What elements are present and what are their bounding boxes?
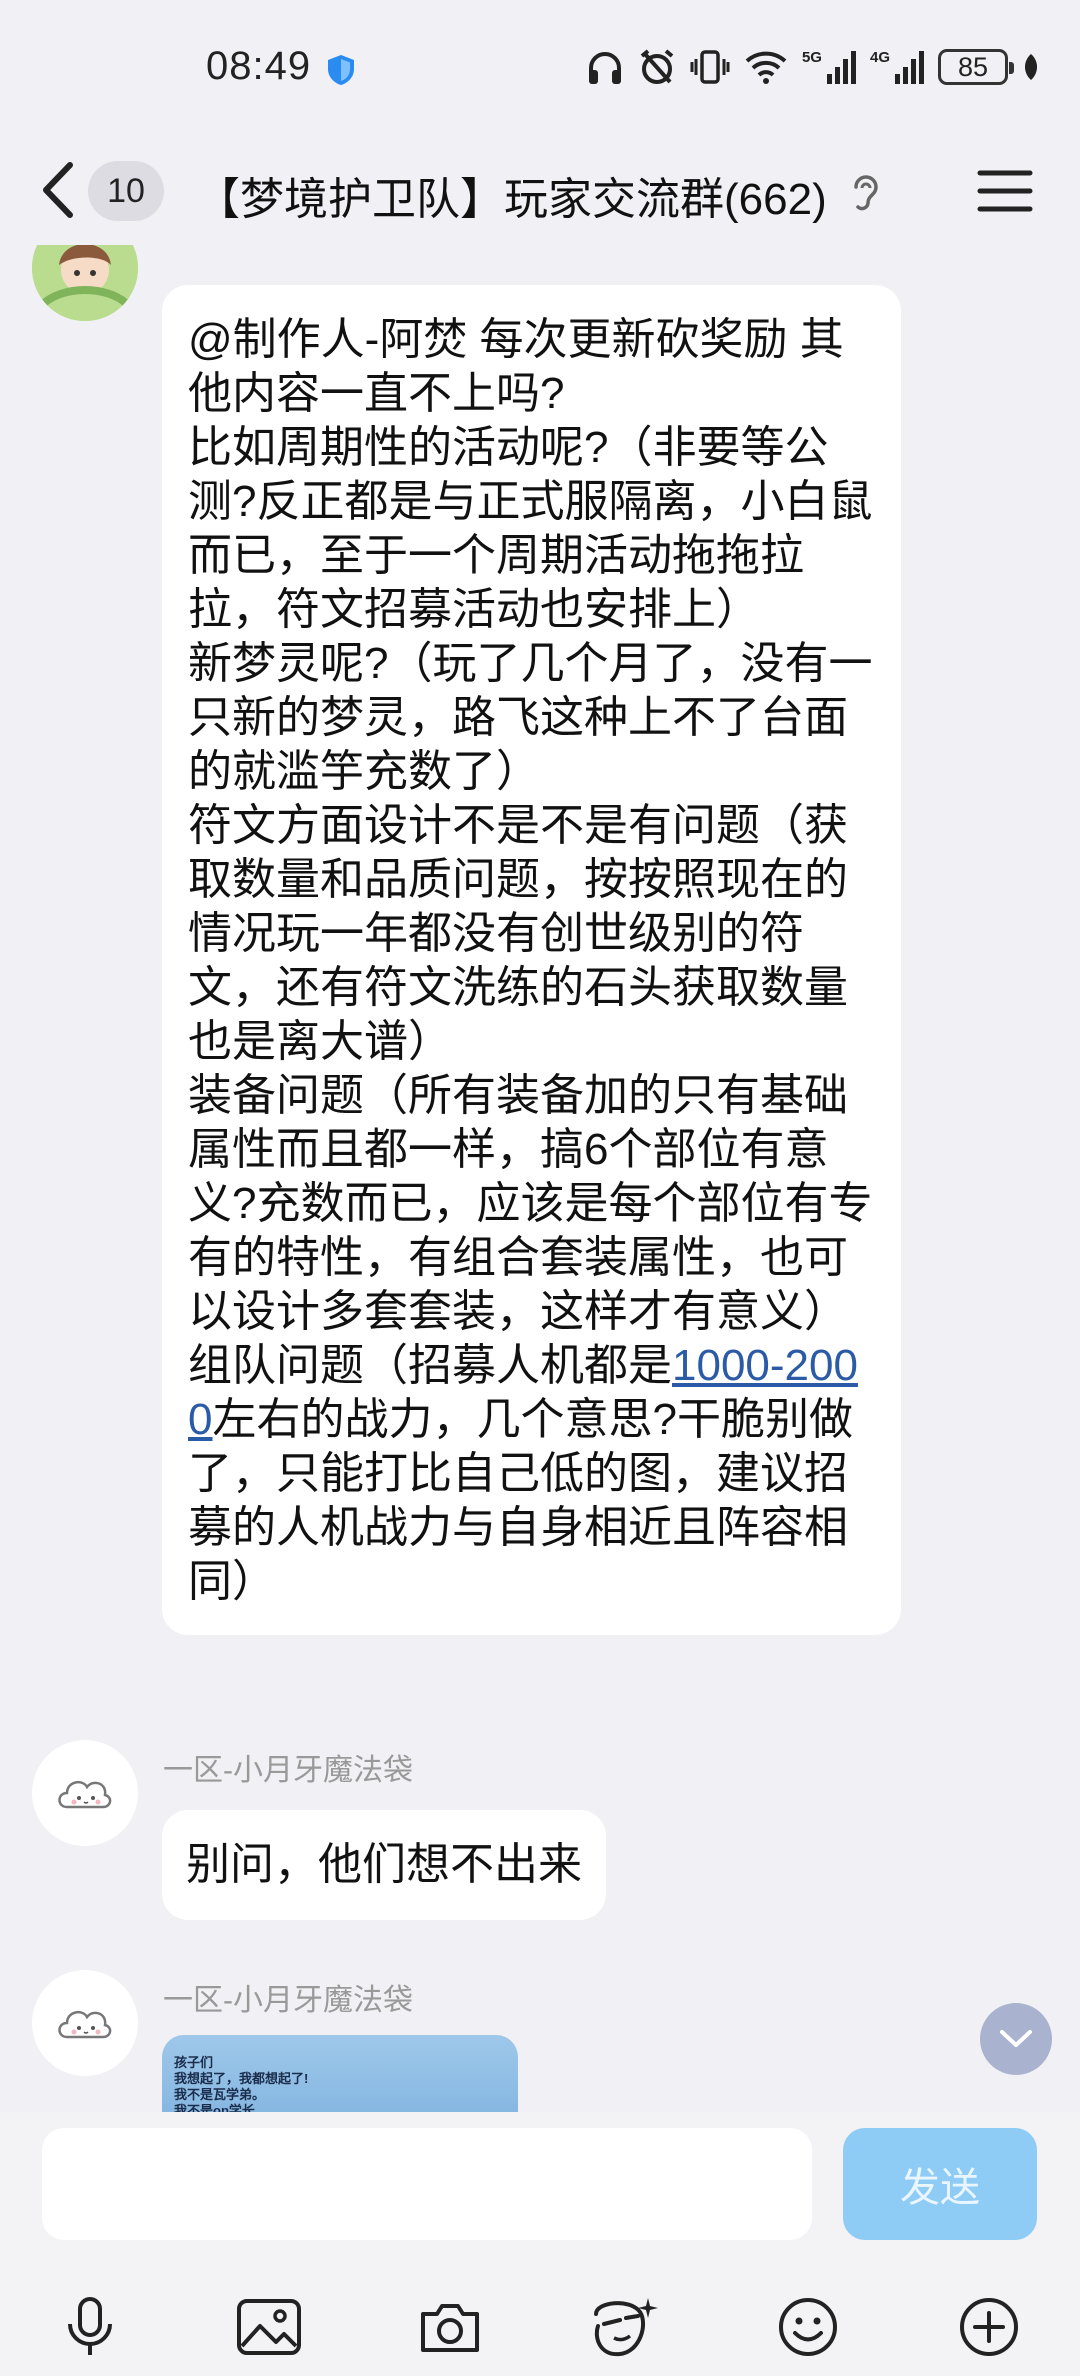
composer-toolbar	[0, 2292, 1080, 2362]
send-button[interactable]: 发送	[843, 2128, 1037, 2240]
image-icon	[237, 2299, 301, 2355]
network-4g-label: 4G	[869, 48, 890, 66]
sticker-creator-button[interactable]	[590, 2292, 660, 2362]
image-text-line: 我不是op学长	[174, 2103, 255, 2112]
message-text-line: 符文方面设计不是不是有问题（获取数量和品质问题，按按照现在的情况玩一年都没有创世…	[188, 801, 848, 1066]
chevron-down-icon	[1000, 2030, 1032, 2047]
emoji-button[interactable]	[773, 2292, 843, 2362]
alarm-off-icon	[640, 49, 674, 84]
wifi-icon	[745, 51, 787, 84]
sender-name[interactable]: 一区-小月牙魔法袋	[163, 1745, 413, 1789]
sender-name[interactable]: 一区-小月牙魔法袋	[163, 1975, 413, 2019]
sticker-creator-icon	[594, 2298, 658, 2357]
image-text-line: 我想起了，我都想起了!	[174, 2071, 309, 2086]
signal-4g-icon	[895, 51, 924, 84]
message-text-line: 比如周期性的活动呢?（非要等公测?反正都是与正式服隔离，小白鼠而已，至于一个周期…	[188, 423, 873, 634]
headphones-icon	[588, 52, 621, 84]
scroll-to-bottom-button[interactable]	[980, 2003, 1052, 2075]
anime-avatar-icon	[32, 245, 138, 321]
group-title[interactable]: 【梦境护卫队】玩家交流群(662)	[196, 163, 827, 227]
status-bar: 08:49 5G 4G 85	[0, 0, 1080, 135]
menu-icon[interactable]	[976, 167, 1034, 215]
image-message[interactable]: 孩子们 我想起了，我都想起了! 我不是瓦学弟。 我不是op学长	[162, 2035, 518, 2112]
status-time: 08:49	[206, 44, 312, 88]
battery-indicator: 85	[938, 49, 1014, 85]
shield-icon	[328, 55, 354, 85]
camera-button[interactable]	[415, 2292, 485, 2362]
image-text-line: 孩子们	[174, 2055, 214, 2070]
message-text-line: 组队问题（招募人机都是1000-2000左右的战力，几个意思?干脆别做了，只能打…	[188, 1339, 875, 1609]
plus-icon	[960, 2298, 1018, 2356]
more-button[interactable]	[954, 2292, 1024, 2362]
back-icon[interactable]	[34, 157, 84, 223]
unread-count-badge[interactable]: 10	[88, 161, 164, 221]
battery-level: 85	[957, 51, 989, 82]
avatar[interactable]	[32, 245, 138, 321]
message-input[interactable]	[42, 2128, 812, 2240]
chat-header: 10 【梦境护卫队】玩家交流群(662)	[0, 135, 1080, 245]
chat-message-list[interactable]: @制作人-阿焚 每次更新砍奖励 其他内容一直不上吗? 比如周期性的活动呢?（非要…	[0, 245, 1080, 2112]
cloud-avatar-icon	[58, 2010, 112, 2039]
message-bubble[interactable]: @制作人-阿焚 每次更新砍奖励 其他内容一直不上吗? 比如周期性的活动呢?（非要…	[162, 285, 901, 1635]
emoji-icon	[779, 2298, 837, 2356]
image-text-line: 我不是瓦学弟。	[174, 2087, 266, 2102]
message-text: 组队问题（招募人机都是	[188, 1341, 672, 1390]
ear-icon[interactable]	[850, 171, 882, 215]
leaf-icon	[1024, 54, 1038, 80]
network-5g-label: 5G	[801, 48, 822, 66]
message-text-line: 装备问题（所有装备加的只有基础属性而且都一样，搞6个部位有意义?充数而已，应该是…	[188, 1071, 873, 1336]
signal-5g-icon	[826, 51, 856, 84]
album-button[interactable]	[234, 2292, 304, 2362]
voice-button[interactable]	[55, 2292, 125, 2362]
avatar[interactable]	[32, 1970, 138, 2076]
camera-icon	[421, 2304, 479, 2352]
message-bubble[interactable]: 别问，他们想不出来	[162, 1810, 606, 1920]
status-icons: 5G 4G 85	[586, 46, 1040, 88]
vibrate-icon	[690, 50, 730, 84]
image-caption: 孩子们 我想起了，我都想起了! 我不是瓦学弟。 我不是op学长	[174, 2055, 308, 2112]
cloud-avatar-icon	[58, 1780, 112, 1809]
microphone-icon	[68, 2297, 112, 2355]
composer-bar: 发送	[0, 2112, 1080, 2376]
message-text: 左右的战力，几个意思?干脆别做了，只能打比自己低的图，建议招募的人机战力与自身相…	[188, 1395, 853, 1606]
message-text-line: 新梦灵呢?（玩了几个月了，没有一只新的梦灵，路飞这种上不了台面的就滥竽充数了）	[188, 639, 873, 796]
message-text-line: @制作人-阿焚 每次更新砍奖励 其他内容一直不上吗?	[188, 315, 844, 418]
message-text: 别问，他们想不出来	[186, 1840, 582, 1889]
avatar[interactable]	[32, 1740, 138, 1846]
